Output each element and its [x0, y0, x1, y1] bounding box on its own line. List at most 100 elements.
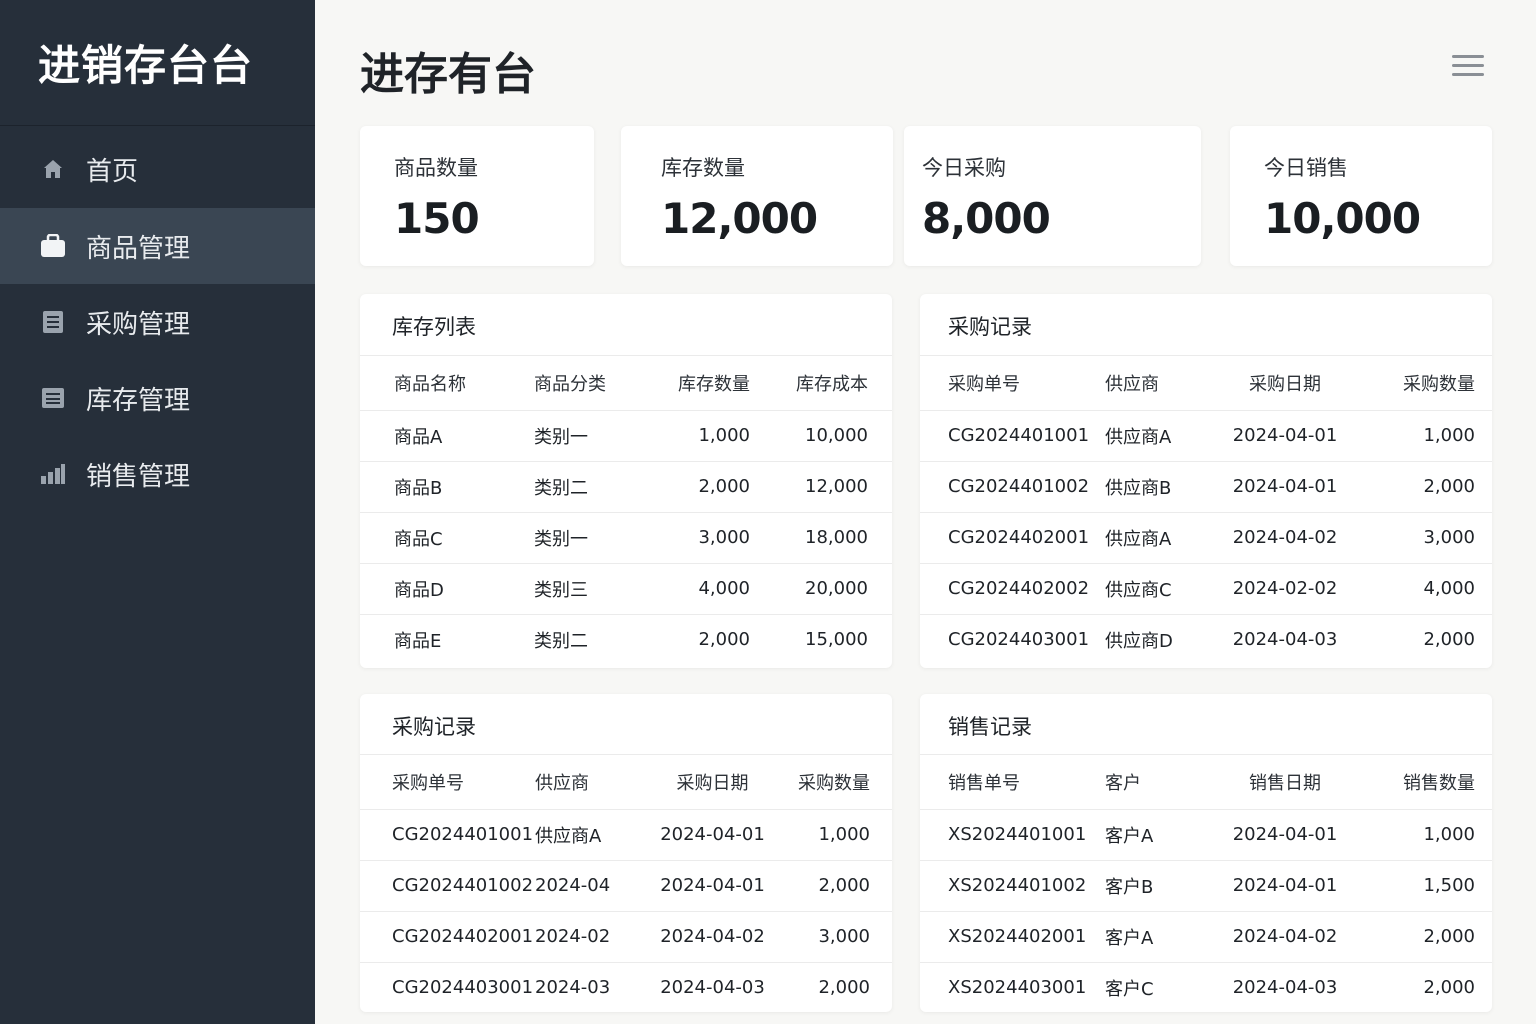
- table-cell: 2,000: [698, 629, 750, 651]
- sales-table-body: XS2024401001 客户A 2024-04-01 1,000 XS20244010…: [920, 809, 1492, 1012]
- column-header: 商品名称: [360, 356, 534, 411]
- stat-value: 150: [394, 194, 480, 243]
- table-row[interactable]: CG2024401001 供应商A 2024-04-01 1,000: [360, 809, 892, 861]
- briefcase-icon: [40, 233, 66, 259]
- purchase-table-2: 采购单号 供应商 采购日期 采购数量 CG2024401001 供应商A 2024-…: [360, 755, 892, 1012]
- stat-card-sales-today: 今日销售 10,000: [1230, 126, 1492, 266]
- table-cell: 4,000: [1355, 563, 1475, 615]
- table-row[interactable]: 商品C 类别一 3,000 18,000: [360, 512, 892, 564]
- table-row[interactable]: 商品B 类别二 2,000 12,000: [360, 461, 892, 513]
- bar-chart-icon: [40, 461, 66, 487]
- table-cell: 20,000: [750, 563, 868, 615]
- table-cell: 2024-04-03: [1232, 629, 1338, 651]
- table-row[interactable]: CG2024402001 2024-02 2024-04-02 3,000: [360, 911, 892, 963]
- table-row[interactable]: CG2024403001 供应商D 2024-04-03 2,000: [920, 614, 1492, 665]
- stat-card-inventory: 库存数量 12,000: [621, 126, 893, 266]
- table-cell: 2024-04-01: [1215, 410, 1355, 462]
- sidebar-item-label: 采购管理: [86, 309, 191, 340]
- table-cell: 2024-04-01: [1215, 860, 1355, 912]
- inventory-table: 商品名称 商品分类 库存数量 库存成本 商品A 类别一 1,000 10,000 商品B…: [360, 356, 892, 665]
- table-cell: 类别一: [534, 512, 660, 564]
- purchase-table: 采购单号 供应商 采购日期 采购数量 CG2024401001 供应商A 2024-…: [920, 356, 1492, 665]
- table-cell: 2,000: [1423, 629, 1475, 651]
- table-cell: 2,000: [775, 860, 870, 912]
- table-row[interactable]: CG2024401001 供应商A 2024-04-01 1,000: [920, 410, 1492, 462]
- stat-value: 10,000: [1264, 194, 1421, 243]
- table-row[interactable]: CG2024402001 供应商A 2024-04-02 3,000: [920, 512, 1492, 564]
- table-cell: 18,000: [750, 512, 868, 564]
- table-cell: 2024-04-02: [1215, 512, 1355, 564]
- table-row[interactable]: XS2024401002 客户B 2024-04-01 1,500: [920, 860, 1492, 912]
- hamburger-menu-icon[interactable]: [1452, 55, 1484, 79]
- table-row[interactable]: 商品D 类别三 4,000 20,000: [360, 563, 892, 615]
- table-cell: 2024-02: [535, 911, 650, 963]
- table-row[interactable]: CG2024402002 供应商C 2024-02-02 4,000: [920, 563, 1492, 615]
- panel-title: 采购记录: [360, 694, 892, 755]
- table-row[interactable]: XS2024401001 客户A 2024-04-01 1,000: [920, 809, 1492, 861]
- table-cell: 1,500: [1355, 860, 1475, 912]
- table-cell: CG2024402001: [920, 512, 1105, 564]
- table-cell: 12,000: [750, 461, 868, 513]
- sidebar-item-purchase[interactable]: 采购管理: [0, 284, 315, 360]
- table-cell: 3,000: [660, 512, 750, 564]
- sidebar-item-products[interactable]: 商品管理: [0, 208, 315, 284]
- stat-label: 今日销售: [1264, 156, 1348, 180]
- table-cell: 2024-04-03: [1232, 977, 1338, 999]
- table-row[interactable]: 商品A 类别一 1,000 10,000: [360, 410, 892, 462]
- brand: 进销存台台: [0, 0, 315, 126]
- table-cell: 类别三: [534, 563, 660, 615]
- stat-label: 今日采购: [922, 156, 1006, 180]
- column-header: 销售日期: [1215, 755, 1355, 810]
- column-header: 采购单号: [360, 755, 535, 810]
- table-row[interactable]: CG2024403001 2024-03 2024-04-03 2,000: [360, 962, 892, 1012]
- table-header-row: 商品名称 商品分类 库存数量 库存成本: [360, 356, 892, 411]
- table-row[interactable]: CG2024401002 供应商B 2024-04-01 2,000: [920, 461, 1492, 513]
- table-cell: 1,000: [775, 809, 870, 861]
- table-cell: 2,000: [1355, 911, 1475, 963]
- panel-title: 采购记录: [920, 294, 1492, 356]
- page-title: 进存有台: [360, 49, 536, 100]
- column-header: 采购数量: [1355, 356, 1475, 411]
- table-cell: 2,000: [818, 977, 870, 999]
- purchase-table-body: CG2024401001 供应商A 2024-04-01 1,000 CG2024401…: [360, 809, 892, 1012]
- inventory-panel: 库存列表 商品名称 商品分类 库存数量 库存成本 商品A 类别一 1,000 10,0…: [360, 294, 892, 668]
- table-cell: XS2024403001: [948, 977, 1087, 999]
- brand-title: 进销存台台: [38, 41, 254, 90]
- sales-table: 销售单号 客户 销售日期 销售数量 XS2024401001 客户A 2024-04…: [920, 755, 1492, 1012]
- table-cell: 客户A: [1105, 809, 1215, 861]
- table-cell: XS2024401002: [920, 860, 1105, 912]
- table-row[interactable]: XS2024403001 客户C 2024-04-03 2,000: [920, 962, 1492, 1012]
- sidebar-item-label: 商品管理: [86, 233, 191, 264]
- column-header: 供应商: [1105, 356, 1215, 411]
- table-cell: 2024-03: [535, 977, 611, 999]
- sidebar-item-home[interactable]: 首页: [0, 130, 315, 208]
- stat-card-products: 商品数量 150: [360, 126, 594, 266]
- column-header: 库存成本: [750, 356, 868, 411]
- table-header-row: 销售单号 客户 销售日期 销售数量: [920, 755, 1492, 810]
- stat-card-purchase-today: 今日采购 8,000: [904, 126, 1201, 266]
- purchase-records-panel: 采购记录 采购单号 供应商 采购日期 采购数量 CG2024401001 供应商A…: [920, 294, 1492, 668]
- stat-value: 8,000: [922, 194, 1051, 243]
- purchase-table-body: CG2024401001 供应商A 2024-04-01 1,000 CG2024401…: [920, 410, 1492, 665]
- column-header: 采购单号: [920, 356, 1105, 411]
- table-cell: 3,000: [1355, 512, 1475, 564]
- table-cell: 15,000: [805, 629, 868, 651]
- table-cell: 供应商A: [1105, 512, 1215, 564]
- sidebar-item-inventory[interactable]: 库存管理: [0, 360, 315, 436]
- table-cell: 客户A: [1105, 911, 1215, 963]
- table-header-row: 采购单号 供应商 采购日期 采购数量: [920, 356, 1492, 411]
- column-header: 销售数量: [1355, 755, 1475, 810]
- purchase-records-panel-2: 采购记录 采购单号 供应商 采购日期 采购数量 CG2024401001 供应商A…: [360, 694, 892, 1012]
- table-cell: 商品E: [394, 630, 442, 652]
- column-header: 客户: [1105, 755, 1215, 810]
- sidebar-item-sales[interactable]: 销售管理: [0, 436, 315, 512]
- column-header: 库存数量: [660, 356, 750, 411]
- table-row[interactable]: 商品E 类别二 2,000 15,000: [360, 614, 892, 665]
- panel-title: 库存列表: [360, 294, 892, 356]
- table-cell: 供应商A: [1105, 410, 1215, 462]
- table-row[interactable]: CG2024401002 2024-04 2024-04-01 2,000: [360, 860, 892, 912]
- table-row[interactable]: XS2024402001 客户A 2024-04-02 2,000: [920, 911, 1492, 963]
- table-cell: 2024-04-01: [1215, 461, 1355, 513]
- table-cell: CG2024401001: [920, 410, 1105, 462]
- table-cell: CG2024403001: [392, 977, 534, 999]
